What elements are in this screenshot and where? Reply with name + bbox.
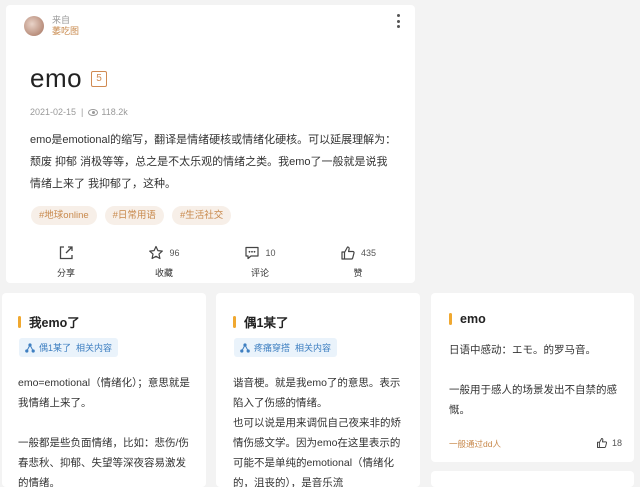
tag-list: #地球online #日常用语 #生活社交 [31, 206, 239, 225]
card-body: emo=emotional（情绪化）；意思就是我情绪上来了。 一般都是些负面情绪… [18, 377, 190, 487]
chip-name: 疼痛穿搭 [254, 343, 291, 353]
publish-date: 2021-02-15 [30, 107, 77, 117]
tag-chip[interactable]: #生活社交 [171, 206, 232, 225]
network-icon [240, 342, 250, 353]
comment-count: 10 [265, 248, 276, 258]
like-count: 18 [611, 438, 622, 448]
comment-button[interactable]: 10 评论 [220, 244, 300, 279]
page-title: emo [30, 63, 83, 93]
related-card[interactable]: 偶1某了 疼痛穿搭 相关内容 谐音梗。就是我emo了的意思。表示陷入了伤感的情绪… [216, 293, 420, 487]
source-from-label: 来自 [52, 15, 71, 25]
source-author-link[interactable]: 萎吃图 [52, 26, 79, 37]
collect-button[interactable]: 96 收藏 [124, 244, 204, 279]
like-count: 435 [360, 248, 377, 258]
related-card[interactable]: 我emo了 偶1某了 相关内容 emo=emotional（情绪化）；意思就是我… [2, 293, 206, 487]
share-label: 分享 [56, 268, 75, 278]
accent-bar [233, 315, 236, 328]
card-author-link[interactable]: 一般通过dd人 [449, 438, 501, 450]
entry-card: 来自 萎吃图 emo 5 2021-02-15 | 118.2k emo是emo… [6, 5, 415, 283]
card-title: emo [460, 312, 486, 326]
eye-icon [88, 108, 99, 116]
more-options-icon[interactable] [395, 14, 401, 28]
thumbs-up-icon [596, 438, 608, 448]
star-icon [149, 245, 164, 260]
like-button[interactable]: 18 [596, 437, 622, 449]
collect-label: 收藏 [154, 268, 173, 278]
share-button[interactable]: 分享 [26, 244, 106, 279]
thumbs-up-icon [341, 246, 355, 260]
network-icon [25, 342, 35, 353]
source-info[interactable]: 来自 萎吃图 [24, 15, 79, 37]
related-card[interactable]: emo 日语中感动：エモ。的罗马音。 一般用于感人的场景发出不自禁的感慨。 一般… [431, 293, 634, 462]
view-count: 118.2k [101, 107, 128, 117]
like-label: 赞 [353, 268, 363, 278]
card-title: 偶1某了 [244, 316, 289, 330]
card-body: 日语中感动：エモ。的罗马音。 一般用于感人的场景发出不自禁的感慨。 [449, 344, 617, 416]
accent-bar [449, 313, 452, 325]
chip-name: 偶1某了 [39, 343, 72, 353]
count-badge[interactable]: 5 [91, 70, 108, 87]
tag-chip[interactable]: #日常用语 [104, 206, 164, 225]
share-icon [59, 246, 73, 260]
avatar[interactable] [24, 16, 44, 36]
card-body: 谐音梗。就是我emo了的意思。表示陷入了伤感的情绪。 也可以说是用来调侃自己夜来… [233, 377, 401, 487]
entry-description: emo是emotional的缩写，翻译是情绪硬核或情绪化硬核。可以延展理解为：颓… [30, 134, 397, 190]
entry-meta: 2021-02-15 | 118.2k [30, 107, 128, 117]
tag-chip[interactable]: #地球online [31, 206, 97, 225]
related-chip[interactable]: 偶1某了 相关内容 [19, 338, 119, 357]
comment-icon [245, 246, 260, 260]
like-button[interactable]: 435 赞 [318, 244, 398, 279]
card-title: 我emo了 [29, 316, 80, 330]
chip-related-label: 相关内容 [295, 343, 332, 353]
related-chip[interactable]: 疼痛穿搭 相关内容 [234, 338, 338, 357]
comment-label: 评论 [250, 268, 269, 278]
meta-separator: | [81, 107, 84, 117]
chip-related-label: 相关内容 [76, 343, 113, 353]
related-card[interactable] [431, 471, 634, 487]
collect-count: 96 [169, 248, 180, 258]
action-bar: 分享 96 收藏 10 评论 435 赞 [6, 244, 415, 280]
accent-bar [18, 315, 21, 328]
